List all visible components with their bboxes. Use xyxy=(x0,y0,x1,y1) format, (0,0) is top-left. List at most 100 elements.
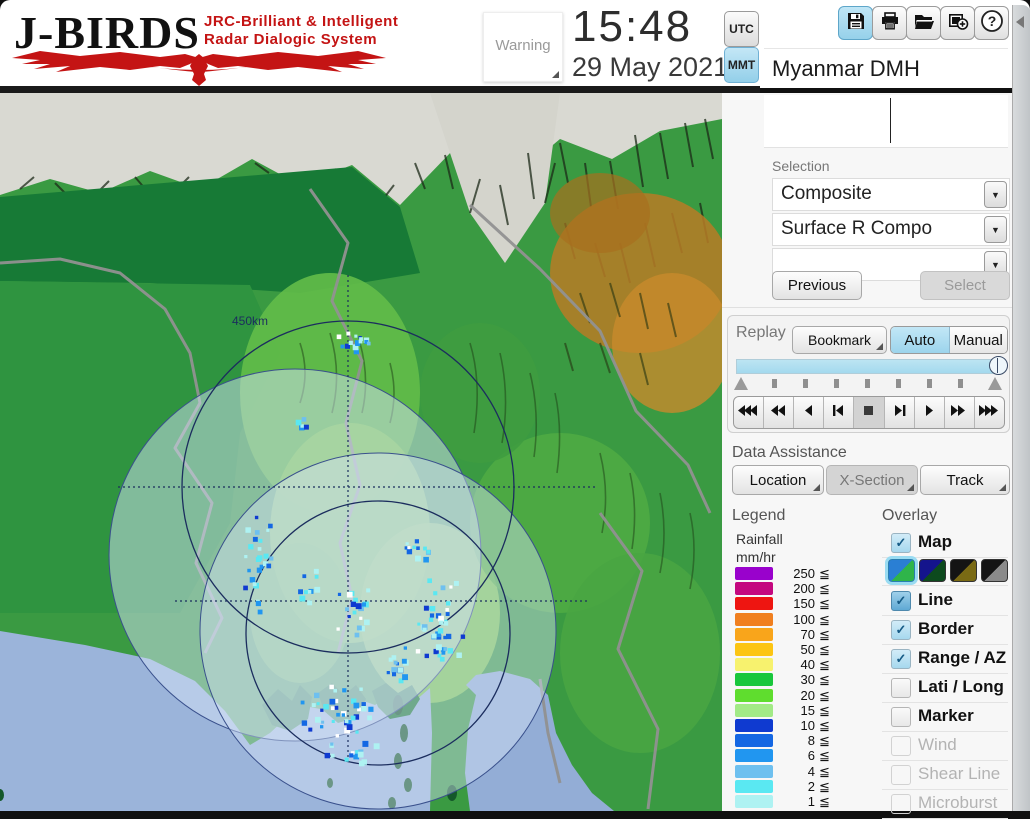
rainfall-echo xyxy=(441,650,446,655)
map-style-swatch-2[interactable] xyxy=(919,559,946,582)
open-button[interactable] xyxy=(906,6,941,40)
legend-value: 1 xyxy=(807,794,815,809)
rainfall-echo xyxy=(443,621,449,626)
legend-row: 15 ≦ xyxy=(735,703,865,718)
save-button[interactable] xyxy=(838,6,873,40)
legend-row: 6 ≦ xyxy=(735,748,865,763)
radar-map-view[interactable]: 450km xyxy=(0,93,732,811)
rainfall-echo xyxy=(429,613,435,618)
manual-button[interactable]: Manual xyxy=(949,327,1007,353)
checkbox-marker[interactable] xyxy=(891,707,911,727)
legend-row: 20 ≦ xyxy=(735,688,865,703)
location-button[interactable]: Location xyxy=(732,465,824,495)
rainfall-echo xyxy=(406,548,413,555)
rainfall-echo xyxy=(403,646,407,650)
section-divider xyxy=(722,307,1012,308)
legend-color-chip xyxy=(735,719,773,732)
legend-color-chip xyxy=(735,627,773,641)
clock-time: 15:48 xyxy=(572,2,693,51)
forward-fast-button[interactable] xyxy=(974,397,1004,428)
rainfall-echo xyxy=(449,585,453,589)
replay-progress-slider[interactable] xyxy=(736,359,1002,374)
rainfall-echo xyxy=(336,712,340,717)
rainfall-echo xyxy=(249,577,256,583)
step-back-button[interactable] xyxy=(824,397,854,428)
track-button[interactable]: Track xyxy=(920,465,1010,495)
map-style-swatch-1[interactable] xyxy=(888,559,915,582)
checkbox-map[interactable]: ✓ xyxy=(891,533,911,553)
bookmark-button[interactable]: Bookmark xyxy=(792,326,887,354)
rainfall-echo xyxy=(346,591,353,598)
utc-toggle-button[interactable]: UTC xyxy=(724,11,759,47)
rainfall-echo xyxy=(304,424,309,430)
range-ring-label: 450km xyxy=(232,314,268,328)
rainfall-echo xyxy=(321,720,325,724)
rainfall-echo xyxy=(424,653,429,659)
replay-slider-handle[interactable] xyxy=(989,356,1008,375)
legend-leq-symbol: ≦ xyxy=(819,581,830,597)
rainfall-echo xyxy=(366,588,371,593)
legend-color-chip xyxy=(735,764,773,778)
stop-icon xyxy=(858,404,879,422)
add-image-button[interactable] xyxy=(940,6,975,40)
dropdown-product-group[interactable]: Composite ▼ xyxy=(772,178,1010,211)
map-style-swatch-4[interactable] xyxy=(981,559,1008,582)
rainfall-echo xyxy=(447,648,454,654)
legend-value: 250 xyxy=(793,566,815,581)
select-button[interactable]: Select xyxy=(920,271,1010,300)
overlay-item-line: ✓ Line xyxy=(882,586,1008,616)
checkbox-border[interactable]: ✓ xyxy=(891,620,911,640)
rainfall-echo xyxy=(299,595,306,602)
rainfall-echo xyxy=(439,656,445,662)
legend-value: 100 xyxy=(793,611,815,627)
map-style-swatch-3[interactable] xyxy=(950,559,977,582)
rainfall-echo xyxy=(337,592,342,596)
checkbox-lati-long[interactable] xyxy=(891,678,911,698)
rainfall-echo xyxy=(315,716,321,723)
mmt-toggle-button[interactable]: MMT xyxy=(724,47,759,83)
rainfall-echo xyxy=(349,753,354,758)
rainfall-echo xyxy=(244,555,248,559)
warning-button[interactable]: Warning xyxy=(483,12,563,82)
help-button[interactable]: ? xyxy=(974,6,1009,40)
overlay-item-label: Line xyxy=(918,590,953,609)
play-back-button[interactable] xyxy=(794,397,824,428)
rainfall-echo xyxy=(346,331,351,336)
rainfall-echo xyxy=(301,720,308,726)
checkbox-range-az[interactable]: ✓ xyxy=(891,649,911,669)
chevron-down-icon[interactable]: ▼ xyxy=(984,216,1007,243)
rainfall-echo xyxy=(353,597,358,603)
rainfall-echo xyxy=(340,344,345,349)
rewind-button[interactable] xyxy=(764,397,794,428)
rainfall-echo xyxy=(456,652,462,658)
print-button[interactable] xyxy=(872,6,907,40)
rainfall-echo xyxy=(422,627,427,632)
rainfall-echo xyxy=(386,671,390,675)
rainfall-echo xyxy=(366,341,371,346)
dropdown-product[interactable]: Surface R Compo ▼ xyxy=(772,213,1010,246)
rainfall-echo xyxy=(361,602,366,607)
x-section-button[interactable]: X-Section xyxy=(826,465,918,495)
legend-row: 200 ≦ xyxy=(735,581,865,596)
rewind-fast-button[interactable] xyxy=(734,397,764,428)
legend-leq-symbol: ≦ xyxy=(819,672,830,688)
legend-leq-symbol: ≦ xyxy=(819,642,830,657)
logo-tagline-1: JRC-Brilliant & Intelligent xyxy=(204,13,399,30)
legend-value: 50 xyxy=(800,642,815,657)
previous-button[interactable]: Previous xyxy=(772,271,862,300)
chevron-down-icon[interactable]: ▼ xyxy=(984,181,1007,208)
stop-button[interactable] xyxy=(854,397,884,428)
dropdown-value: Surface R Compo xyxy=(781,218,933,239)
forward-button[interactable] xyxy=(944,397,974,428)
play-button[interactable] xyxy=(914,397,944,428)
step-forward-button[interactable] xyxy=(884,397,914,428)
checkbox-line[interactable]: ✓ xyxy=(891,591,911,611)
slider-tick xyxy=(958,379,963,388)
overlay-item-microburst: Microburst xyxy=(882,789,1008,819)
auto-button[interactable]: Auto xyxy=(891,327,950,353)
collapse-arrow-icon[interactable] xyxy=(1016,16,1024,28)
rainfall-echo xyxy=(320,708,324,712)
legend-title-rainfall: Rainfall xyxy=(736,531,783,547)
panel-collapse-strip[interactable] xyxy=(1012,5,1030,811)
legend-row: 2 ≦ xyxy=(735,779,865,794)
